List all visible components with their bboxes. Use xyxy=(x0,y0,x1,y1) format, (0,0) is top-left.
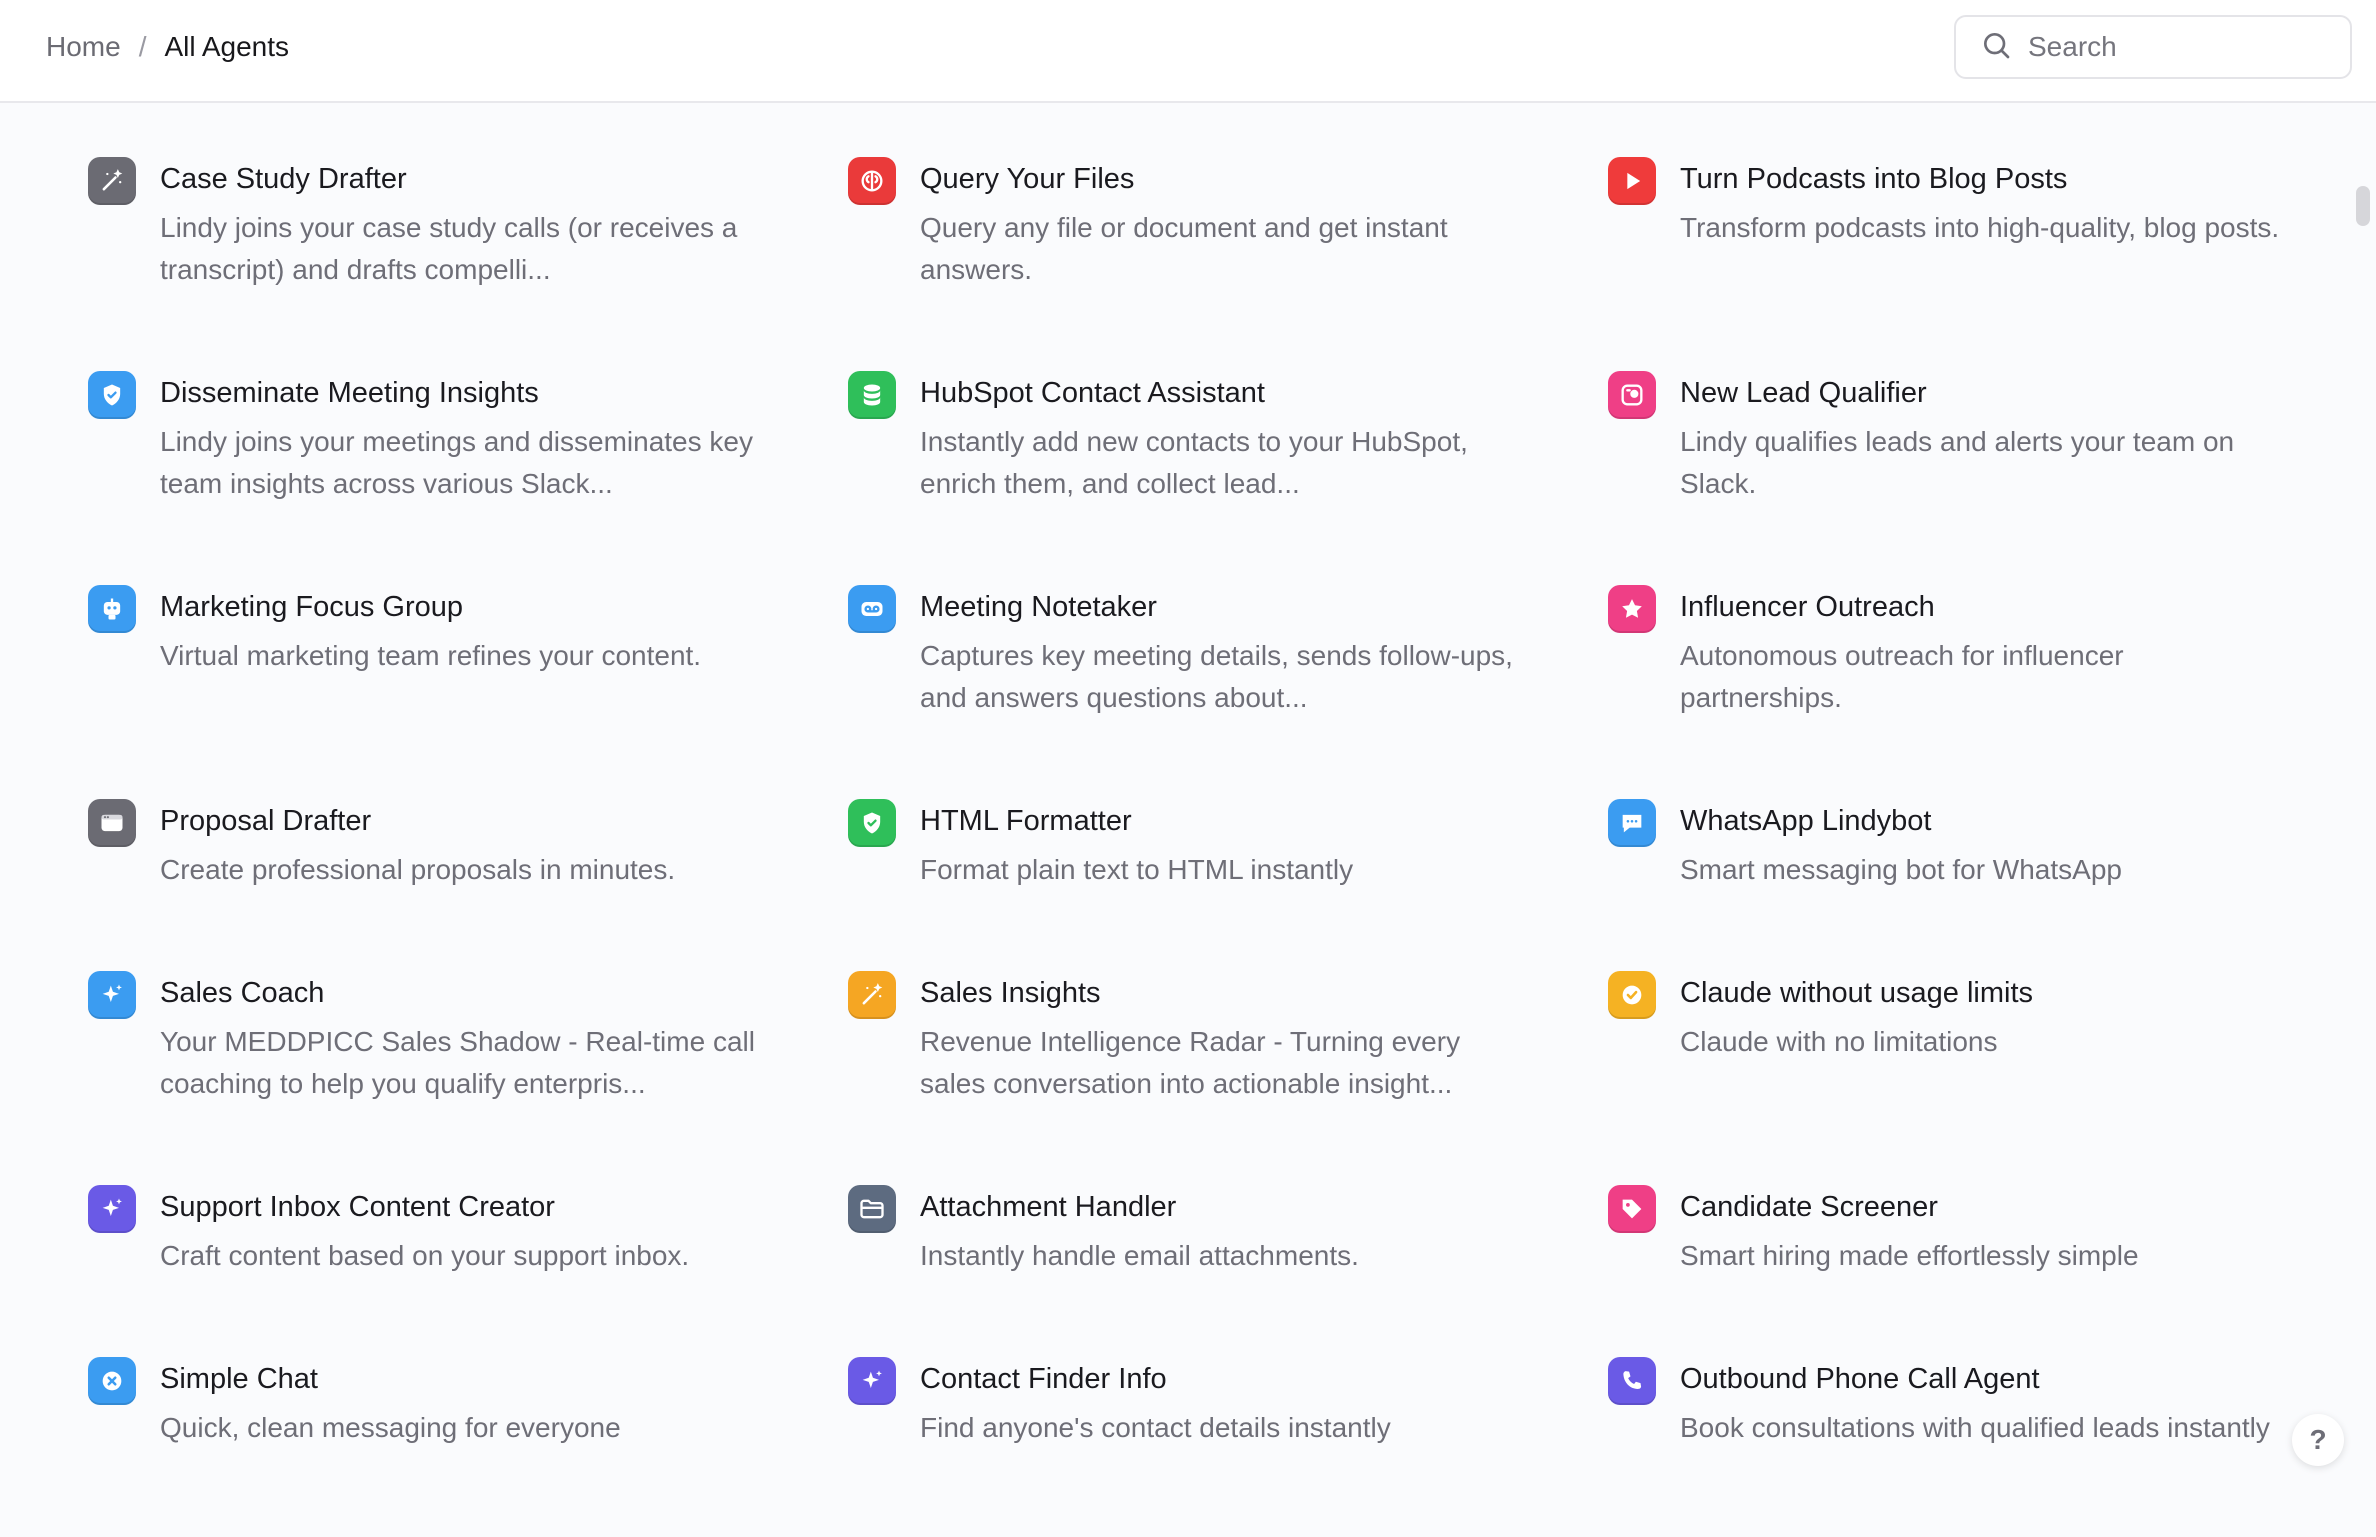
play-icon xyxy=(1608,157,1656,205)
agent-description: Autonomous outreach for influencer partn… xyxy=(1680,640,2124,713)
agent-description: Lindy qualifies leads and alerts your te… xyxy=(1680,426,2235,499)
agent-title: Support Inbox Content Creator xyxy=(160,1191,555,1223)
agent-title: Query Your Files xyxy=(920,163,1135,195)
agent-title: HubSpot Contact Assistant xyxy=(920,377,1265,409)
search-box[interactable] xyxy=(1954,15,2352,79)
phone-icon xyxy=(1608,1357,1656,1405)
search-input[interactable] xyxy=(2028,31,2328,63)
agent-description: Format plain text to HTML instantly xyxy=(920,854,1354,885)
agent-title: Turn Podcasts into Blog Posts xyxy=(1680,163,2068,195)
breadcrumb-separator: / xyxy=(138,31,147,62)
agent-card[interactable]: Query Your Files Query any file or docume… xyxy=(848,157,1548,337)
agent-title: Influencer Outreach xyxy=(1680,591,1935,623)
agent-title: WhatsApp Lindybot xyxy=(1680,805,1932,837)
agent-title: Case Study Drafter xyxy=(160,163,407,195)
agent-card[interactable]: Attachment Handler Instantly handle email… xyxy=(848,1185,1548,1365)
agent-card[interactable]: HubSpot Contact Assistant Instantly add n… xyxy=(848,371,1548,551)
breadcrumb-home-link[interactable]: Home xyxy=(46,29,121,65)
agent-description: Lindy joins your meetings and disseminat… xyxy=(160,426,753,499)
agent-card[interactable]: Turn Podcasts into Blog Posts Transform p… xyxy=(1608,157,2308,337)
check-circle-icon xyxy=(1608,971,1656,1019)
agent-title: Simple Chat xyxy=(160,1363,318,1395)
agent-title: Proposal Drafter xyxy=(160,805,372,837)
shield-check-icon xyxy=(848,799,896,847)
sparkles-icon xyxy=(88,1185,136,1233)
agent-title: Claude without usage limits xyxy=(1680,977,2034,1009)
agent-card[interactable]: Outbound Phone Call Agent Book consultati… xyxy=(1608,1357,2308,1537)
agent-title: Disseminate Meeting Insights xyxy=(160,377,539,409)
agent-description: Craft content based on your support inbo… xyxy=(160,1240,690,1271)
agent-description: Instantly add new contacts to your HubSp… xyxy=(920,426,1468,499)
folder-icon xyxy=(848,1185,896,1233)
agent-title: Sales Insights xyxy=(920,977,1101,1009)
agent-description: Lindy joins your case study calls (or re… xyxy=(160,212,738,285)
magic-wand-icon xyxy=(848,971,896,1019)
chat-bubble-icon xyxy=(1608,799,1656,847)
agent-title: Contact Finder Info xyxy=(920,1363,1167,1395)
browser-window-icon xyxy=(88,799,136,847)
agent-card[interactable]: Influencer Outreach Autonomous outreach f… xyxy=(1608,585,2308,765)
agent-title: Marketing Focus Group xyxy=(160,591,464,623)
sparkles-icon xyxy=(88,971,136,1019)
magic-wand-icon xyxy=(88,157,136,205)
voicemail-icon xyxy=(848,585,896,633)
agent-description: Captures key meeting details, sends foll… xyxy=(920,640,1513,713)
agent-card[interactable]: Proposal Drafter Create professional prop… xyxy=(88,799,788,979)
scrollbar-thumb[interactable] xyxy=(2356,186,2370,226)
agent-card[interactable]: Case Study Drafter Lindy joins your case … xyxy=(88,157,788,337)
agent-title: Meeting Notetaker xyxy=(920,591,1157,623)
agent-card[interactable]: Support Inbox Content Creator Craft conte… xyxy=(88,1185,788,1365)
agent-description: Instantly handle email attachments. xyxy=(920,1240,1359,1271)
agent-description: Smart hiring made effortlessly simple xyxy=(1680,1240,2139,1271)
close-circle-icon xyxy=(88,1357,136,1405)
brain-icon xyxy=(848,157,896,205)
agent-card[interactable]: New Lead Qualifier Lindy qualifies leads … xyxy=(1608,371,2308,551)
agent-description: Claude with no limitations xyxy=(1680,1026,1998,1057)
agent-title: HTML Formatter xyxy=(920,805,1132,837)
agent-description: Find anyone's contact details instantly xyxy=(920,1412,1391,1443)
agent-description: Virtual marketing team refines your cont… xyxy=(160,640,702,671)
agent-card[interactable]: WhatsApp Lindybot Smart messaging bot for… xyxy=(1608,799,2308,979)
help-button[interactable]: ? xyxy=(2292,1414,2344,1466)
agent-title: Sales Coach xyxy=(160,977,325,1009)
agent-card[interactable]: Meeting Notetaker Captures key meeting de… xyxy=(848,585,1548,765)
agent-title: Candidate Screener xyxy=(1680,1191,1938,1223)
robot-icon xyxy=(88,585,136,633)
agent-card[interactable]: Disseminate Meeting Insights Lindy joins … xyxy=(88,371,788,551)
agent-description: Book consultations with qualified leads … xyxy=(1680,1412,2270,1443)
id-card-icon xyxy=(1608,371,1656,419)
search-icon xyxy=(1980,29,2012,66)
top-bar: Home / All Agents xyxy=(0,0,2376,103)
agent-description: Your MEDDPICC Sales Shadow - Real-time c… xyxy=(160,1026,755,1099)
agent-card[interactable]: Candidate Screener Smart hiring made effo… xyxy=(1608,1185,2308,1365)
shield-check-icon xyxy=(88,371,136,419)
database-icon xyxy=(848,371,896,419)
agent-description: Revenue Intelligence Radar - Turning eve… xyxy=(920,1026,1461,1099)
agent-card[interactable]: Marketing Focus Group Virtual marketing t… xyxy=(88,585,788,765)
tag-icon xyxy=(1608,1185,1656,1233)
agent-card[interactable]: Claude without usage limits Claude with n… xyxy=(1608,971,2308,1151)
breadcrumb: Home / All Agents xyxy=(46,29,289,65)
agent-card[interactable]: Sales Insights Revenue Intelligence Radar… xyxy=(848,971,1548,1151)
agent-title: New Lead Qualifier xyxy=(1680,377,1927,409)
breadcrumb-current: All Agents xyxy=(164,31,290,62)
agent-description: Create professional proposals in minutes… xyxy=(160,854,676,885)
sparkles-icon xyxy=(848,1357,896,1405)
agent-title: Outbound Phone Call Agent xyxy=(1680,1363,2040,1395)
agent-description: Quick, clean messaging for everyone xyxy=(160,1412,621,1443)
star-icon xyxy=(1608,585,1656,633)
agent-grid: Case Study Drafter Lindy joins your case … xyxy=(0,103,2376,1500)
agent-title: Attachment Handler xyxy=(920,1191,1177,1223)
agent-description: Transform podcasts into high-quality, bl… xyxy=(1680,212,2280,243)
agent-description: Query any file or document and get insta… xyxy=(920,212,1448,285)
agent-card[interactable]: Contact Finder Info Find anyone's contact… xyxy=(848,1357,1548,1537)
agent-card[interactable]: HTML Formatter Format plain text to HTML … xyxy=(848,799,1548,979)
agent-card[interactable]: Sales Coach Your MEDDPICC Sales Shadow - … xyxy=(88,971,788,1151)
agent-card[interactable]: Simple Chat Quick, clean messaging for ev… xyxy=(88,1357,788,1537)
agent-description: Smart messaging bot for WhatsApp xyxy=(1680,854,2122,885)
